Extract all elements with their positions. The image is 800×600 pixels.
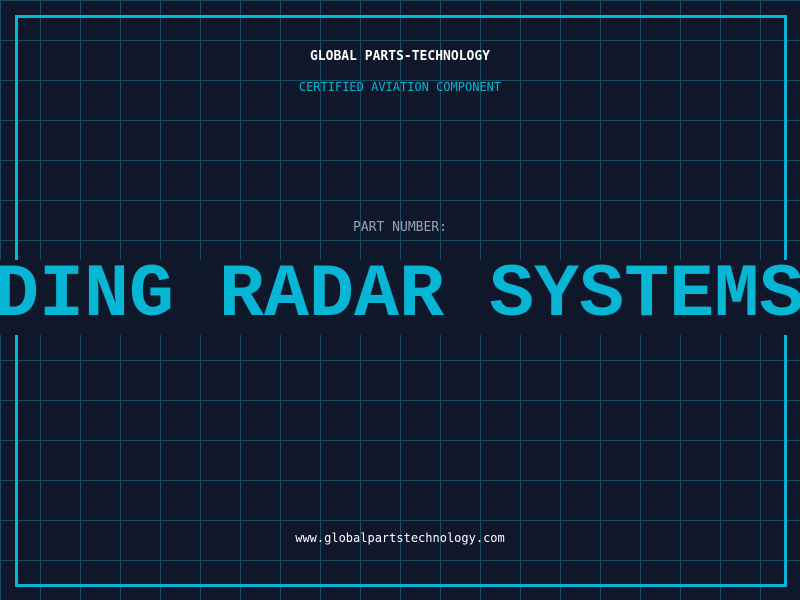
brand-title: GLOBAL PARTS-TECHNOLOGY xyxy=(309,49,490,64)
part-number-value: DING RADAR SYSTEMS xyxy=(0,260,800,335)
website-link[interactable]: www.globalpartstechnology.com xyxy=(0,531,800,545)
subtitle: CERTIFIED AVIATION COMPONENT xyxy=(298,80,502,94)
part-number-banner: DING RADAR SYSTEMS xyxy=(0,260,800,335)
part-number-label: PART NUMBER: xyxy=(353,220,447,235)
